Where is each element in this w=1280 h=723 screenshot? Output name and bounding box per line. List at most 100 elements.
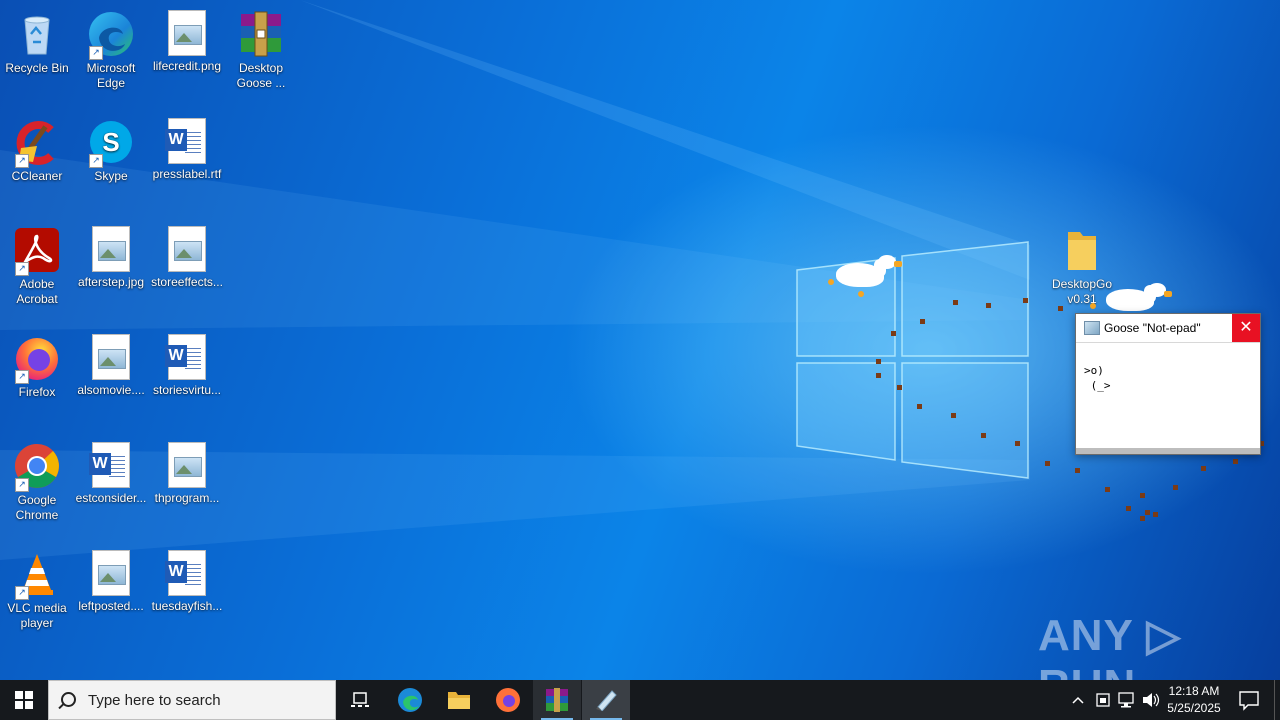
desktop-icon-label: leftposted.... — [78, 599, 144, 613]
desktop-icon-label: Recycle Bin — [5, 61, 69, 75]
task-view-icon — [351, 692, 369, 707]
taskbar-firefox-button[interactable] — [484, 680, 532, 720]
tray-network-button[interactable] — [1116, 680, 1138, 720]
start-button[interactable] — [0, 680, 48, 720]
svg-text:S: S — [102, 127, 119, 157]
word-document-icon: W — [165, 118, 206, 164]
desktop-icon-label: afterstep.jpg — [77, 275, 145, 289]
show-desktop-button[interactable] — [1274, 680, 1280, 720]
taskbar-winrar-button[interactable] — [533, 680, 581, 720]
desktop-icon-storiesvirtu[interactable]: W storiesvirtu... — [150, 330, 224, 398]
taskbar-file-explorer-button[interactable] — [435, 680, 483, 720]
desktop-icon-storeeffects[interactable]: storeeffects... — [150, 222, 224, 290]
desktop-icon-label: thprogram... — [154, 491, 220, 505]
desktop-icon-presslabel[interactable]: W presslabel.rtf — [150, 114, 224, 182]
desktop[interactable]: Recycle Bin ↗ CCleaner ↗ Adobe Acrobat ↗… — [0, 0, 1280, 680]
desktop-icon-label: storeeffects... — [151, 275, 223, 289]
desktop-icon-label: alsomovie.... — [77, 383, 145, 397]
word-document-icon: W — [89, 442, 130, 488]
desktop-icon-afterstep[interactable]: afterstep.jpg — [74, 222, 148, 290]
desktop-icon-label: Desktop Goose ... — [236, 61, 286, 90]
tray-device-icon-button[interactable] — [1092, 680, 1114, 720]
desktop-icon-skype[interactable]: S ↗ Skype — [74, 114, 148, 184]
goose-sprite[interactable] — [826, 255, 906, 305]
desktop-icon-label: Firefox — [18, 385, 56, 399]
shortcut-arrow-icon: ↗ — [89, 154, 103, 168]
folder-icon — [448, 692, 470, 709]
shortcut-arrow-icon: ↗ — [15, 262, 29, 276]
desktop-icon-vlc[interactable]: ↗ VLC media player — [0, 546, 74, 631]
shortcut-arrow-icon: ↗ — [15, 586, 29, 600]
action-center-button[interactable] — [1232, 680, 1268, 720]
word-document-icon: W — [165, 334, 206, 380]
desktop-icon-ccleaner[interactable]: ↗ CCleaner — [0, 114, 74, 184]
shortcut-arrow-icon: ↗ — [15, 478, 29, 492]
desktop-icon-microsoft-edge[interactable]: ↗ Microsoft Edge — [74, 6, 148, 91]
shortcut-arrow-icon: ↗ — [15, 154, 29, 168]
taskbar-edge-button[interactable] — [386, 680, 434, 720]
close-button[interactable]: ✕ — [1232, 314, 1260, 342]
winrar-archive-icon — [237, 10, 285, 58]
notepad-title: Goose "Not-epad" — [1104, 321, 1201, 335]
desktop-icon-label: Google Chrome — [15, 493, 59, 522]
taskbar-search-box[interactable]: Type here to search — [48, 680, 336, 720]
desktop-icon-label: VLC media player — [7, 601, 67, 630]
show-hidden-icons-button[interactable] — [1068, 680, 1088, 720]
chevron-up-icon — [1072, 696, 1084, 704]
desktop-icon-label: storiesvirtu... — [152, 383, 221, 397]
desktop-icon-label: tuesdayfish... — [151, 599, 223, 613]
desktop-icon-label: Adobe Acrobat — [16, 277, 58, 306]
desktop-icon-thprogram[interactable]: thprogram... — [150, 438, 224, 506]
shortcut-arrow-icon: ↗ — [15, 370, 29, 384]
image-file-icon — [168, 442, 206, 488]
notification-icon — [1239, 691, 1259, 711]
taskbar: Type here to search 12:18 AM 5/25/2025 — [0, 680, 1280, 720]
desktop-icon-label: estconsider... — [75, 491, 147, 505]
taskbar-notepad-button[interactable] — [582, 680, 630, 720]
desktop-icon-label: lifecredit.png — [152, 59, 222, 73]
notepad-titlebar[interactable]: Goose "Not-epad" ✕ — [1076, 314, 1260, 343]
recycle-bin-icon — [13, 10, 61, 58]
network-icon — [1118, 692, 1134, 708]
image-file-icon — [168, 226, 206, 272]
desktop-icon-lifecredit[interactable]: lifecredit.png — [150, 6, 224, 74]
notepad-text-area[interactable]: >o) (_> — [1076, 343, 1260, 448]
desktop-icon-label: presslabel.rtf — [152, 167, 222, 181]
desktop-icon-firefox[interactable]: ↗ Firefox — [0, 330, 74, 400]
desktop-icon-label: Skype — [94, 169, 128, 183]
edge-icon — [398, 688, 422, 712]
image-file-icon — [92, 550, 130, 596]
image-file-icon — [168, 10, 206, 56]
vlc-icon: ↗ — [13, 550, 61, 600]
shortcut-arrow-icon: ↗ — [89, 46, 103, 60]
firefox-icon — [496, 688, 520, 712]
desktop-icon-leftposted[interactable]: leftposted.... — [74, 546, 148, 614]
search-placeholder: Type here to search — [88, 692, 221, 709]
acrobat-icon: ↗ — [13, 226, 61, 276]
goose-notepad-window[interactable]: Goose "Not-epad" ✕ >o) (_> — [1075, 313, 1261, 455]
speaker-icon — [1143, 693, 1160, 707]
image-file-icon — [92, 226, 130, 272]
word-document-icon: W — [165, 550, 206, 596]
clock-time: 12:18 AM — [1168, 684, 1220, 698]
desktop-icon-alsomovie[interactable]: alsomovie.... — [74, 330, 148, 398]
desktop-icon-estconsider[interactable]: W estconsider... — [74, 438, 148, 506]
ccleaner-icon: ↗ — [13, 118, 61, 168]
desktop-icon-adobe-acrobat[interactable]: ↗ Adobe Acrobat — [0, 222, 74, 307]
desktop-icon-recycle-bin[interactable]: Recycle Bin — [0, 6, 74, 76]
desktop-icon-desktop-goose-archive[interactable]: Desktop Goose ... — [224, 6, 298, 91]
skype-icon: S ↗ — [87, 118, 135, 168]
task-view-button[interactable] — [336, 680, 384, 720]
desktop-icon-google-chrome[interactable]: ↗ Google Chrome — [0, 438, 74, 523]
chrome-icon: ↗ — [13, 442, 61, 492]
clock-date: 5/25/2025 — [1167, 701, 1221, 715]
winrar-icon — [546, 688, 568, 712]
desktop-icon-tuesdayfish[interactable]: W tuesdayfish... — [150, 546, 224, 614]
folder-icon — [1058, 226, 1106, 274]
taskbar-clock[interactable]: 12:18 AM 5/25/2025 — [1163, 683, 1225, 717]
notepad-statusbar — [1076, 448, 1260, 454]
tray-volume-button[interactable] — [1140, 680, 1162, 720]
desktop-icon-label: Microsoft Edge — [86, 61, 136, 90]
edge-icon: ↗ — [87, 10, 135, 60]
anyrun-watermark: ANY ▷ RUN — [1038, 611, 1182, 680]
